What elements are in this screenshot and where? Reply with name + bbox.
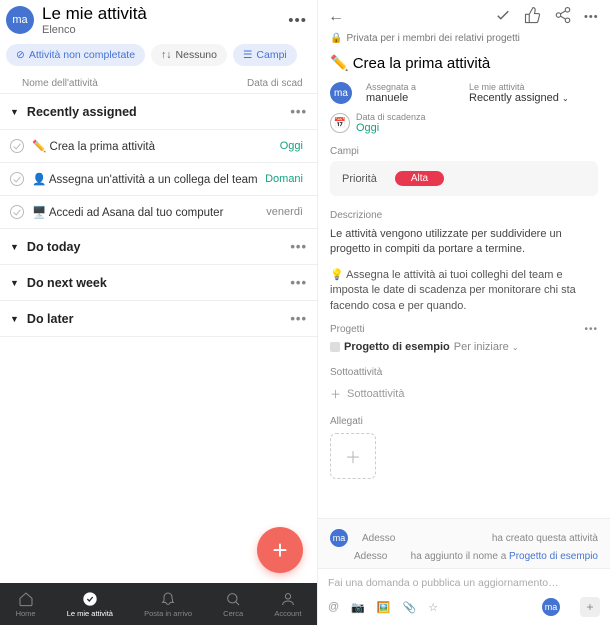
back-icon[interactable]: ← bbox=[328, 8, 344, 26]
activity-feed: ma Adesso ha creato questa attività Ades… bbox=[318, 518, 610, 568]
nav-my-tasks[interactable]: Le mie attività bbox=[67, 591, 113, 618]
project-color-icon bbox=[330, 342, 340, 352]
projects-label: Progetti bbox=[330, 324, 364, 335]
filter-incomplete-chip[interactable]: ⊘Attività non completate bbox=[6, 44, 145, 66]
view-subtitle[interactable]: Elenco bbox=[42, 24, 147, 36]
star-icon[interactable]: ☆ bbox=[428, 601, 438, 614]
like-icon[interactable] bbox=[524, 6, 540, 27]
avatar[interactable]: ma bbox=[6, 6, 34, 34]
caret-down-icon: ▼ bbox=[10, 107, 19, 117]
privacy-label: 🔒 Privata per i membri dei relativi prog… bbox=[318, 33, 610, 50]
col-task-name: Nome dell'attività bbox=[10, 78, 247, 89]
task-date: venerdì bbox=[266, 206, 307, 218]
section-do-later[interactable]: ▼ Do later ••• bbox=[0, 301, 317, 337]
nav-inbox[interactable]: Posta in arrivo bbox=[144, 591, 192, 618]
add-subtask[interactable]: ＋ Sottoattività bbox=[318, 382, 610, 410]
mytasks-label: Le mie attività bbox=[469, 82, 598, 92]
camera-icon[interactable]: 📷 bbox=[351, 601, 365, 614]
due-value[interactable]: Oggi bbox=[356, 122, 426, 134]
section-more-icon[interactable]: ••• bbox=[290, 104, 307, 119]
activity-time: Adesso bbox=[362, 533, 395, 544]
description-tip: 💡 Assegna le attività ai tuoi colleghi d… bbox=[318, 266, 610, 322]
nav-account[interactable]: Account bbox=[274, 591, 301, 618]
attachment-icon[interactable]: 📎 bbox=[403, 601, 417, 614]
priority-field[interactable]: Priorità Alta bbox=[330, 161, 598, 196]
section-more-icon[interactable]: ••• bbox=[290, 239, 307, 254]
task-label: 👤 Assegna un'attività a un collega del t… bbox=[32, 172, 265, 186]
section-dropdown[interactable]: Recently assigned ⌄ bbox=[469, 92, 598, 104]
more-icon[interactable]: ••• bbox=[288, 12, 307, 29]
description-label: Descrizione bbox=[318, 204, 610, 225]
task-row[interactable]: 🖥️ Accedi ad Asana dal tuo computer vene… bbox=[0, 196, 317, 229]
complete-check-icon[interactable] bbox=[10, 172, 24, 186]
task-row[interactable]: 👤 Assegna un'attività a un collega del t… bbox=[0, 163, 317, 196]
priority-pill: Alta bbox=[395, 171, 444, 186]
plus-icon: ＋ bbox=[330, 386, 341, 402]
subtasks-label: Sottoattività bbox=[318, 361, 610, 382]
col-due-date: Data di scad bbox=[247, 78, 307, 89]
chevron-down-icon: ⌄ bbox=[562, 94, 569, 103]
task-label: 🖥️ Accedi ad Asana dal tuo computer bbox=[32, 205, 266, 219]
lock-icon: 🔒 bbox=[330, 33, 342, 44]
bottom-nav: Home Le mie attività Posta in arrivo Cer… bbox=[0, 583, 317, 625]
assignee-label: Assegnata a bbox=[366, 82, 416, 92]
caret-down-icon: ▼ bbox=[10, 242, 19, 252]
gallery-icon[interactable]: 🖼️ bbox=[377, 601, 391, 614]
account-icon bbox=[280, 591, 296, 607]
section-do-next-week[interactable]: ▼ Do next week ••• bbox=[0, 265, 317, 301]
page-title: Le mie attività bbox=[42, 4, 147, 24]
complete-icon[interactable] bbox=[494, 6, 510, 27]
check-circle-icon bbox=[82, 591, 98, 607]
section-more-icon[interactable]: ••• bbox=[290, 311, 307, 326]
nav-search[interactable]: Cerca bbox=[223, 591, 243, 618]
task-row[interactable]: ✏️ Crea la prima attività Oggi bbox=[0, 130, 317, 163]
project-item[interactable]: Progetto di esempio Per iniziare ⌄ bbox=[318, 337, 610, 361]
task-title[interactable]: ✏️ Crea la prima attività bbox=[318, 50, 610, 80]
complete-check-icon[interactable] bbox=[10, 205, 24, 219]
fields-chip[interactable]: ☰Campi bbox=[233, 44, 297, 66]
add-attachment[interactable]: ＋ bbox=[330, 433, 376, 479]
share-icon[interactable] bbox=[554, 6, 570, 27]
attachments-label: Allegati bbox=[318, 410, 610, 431]
collaborator-avatar[interactable]: ma bbox=[542, 598, 560, 616]
complete-check-icon[interactable] bbox=[10, 139, 24, 153]
activity-time: Adesso bbox=[354, 551, 387, 562]
caret-down-icon: ▼ bbox=[10, 314, 19, 324]
activity-added: ha aggiunto il nome a Progetto di esempi… bbox=[393, 551, 598, 562]
sort-none-chip[interactable]: ↑↓Nessuno bbox=[151, 44, 227, 66]
plus-icon: ＋ bbox=[345, 444, 361, 468]
nav-home[interactable]: Home bbox=[16, 591, 36, 618]
add-collaborator[interactable]: + bbox=[580, 597, 600, 617]
pencil-icon: ✏️ bbox=[330, 54, 349, 72]
due-label: Data di scadenza bbox=[356, 112, 426, 122]
task-label: ✏️ Crea la prima attività bbox=[32, 139, 280, 153]
mention-icon[interactable]: @ bbox=[328, 601, 339, 613]
task-date: Oggi bbox=[280, 140, 307, 152]
add-task-fab[interactable]: + bbox=[257, 527, 303, 573]
fields-label: Campi bbox=[318, 140, 610, 161]
assignee-avatar[interactable]: ma bbox=[330, 82, 352, 104]
task-date: Domani bbox=[265, 173, 307, 185]
section-do-today[interactable]: ▼ Do today ••• bbox=[0, 229, 317, 265]
projects-more-icon[interactable]: ••• bbox=[584, 324, 598, 335]
calendar-icon[interactable]: 📅 bbox=[330, 113, 350, 133]
description-text[interactable]: Le attività vengono utilizzate per suddi… bbox=[318, 225, 610, 266]
assignee-value[interactable]: manuele bbox=[366, 92, 416, 104]
section-more-icon[interactable]: ••• bbox=[290, 275, 307, 290]
chevron-down-icon: ⌄ bbox=[512, 343, 519, 352]
comment-input[interactable]: Fai una domanda o pubblica un aggiorname… bbox=[328, 577, 600, 597]
home-icon bbox=[18, 591, 34, 607]
project-link[interactable]: Progetto di esempio bbox=[509, 551, 598, 562]
caret-down-icon: ▼ bbox=[10, 278, 19, 288]
more-icon[interactable]: ••• bbox=[584, 11, 600, 23]
activity-avatar: ma bbox=[330, 529, 348, 547]
activity-created: ha creato questa attività bbox=[401, 533, 598, 544]
search-icon bbox=[225, 591, 241, 607]
section-recently-assigned[interactable]: ▼ Recently assigned ••• bbox=[0, 94, 317, 130]
bell-icon bbox=[160, 591, 176, 607]
